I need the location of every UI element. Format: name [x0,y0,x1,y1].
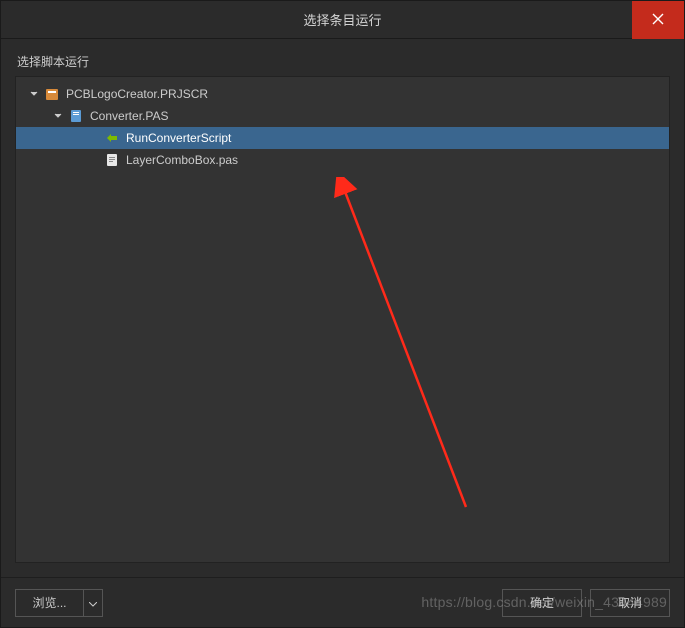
ok-button[interactable]: 确定 [502,589,582,617]
spacer [88,132,104,144]
method-icon [104,130,120,146]
tree-item-source[interactable]: Converter.PAS [16,105,669,127]
ok-label: 确定 [530,594,554,611]
close-button[interactable] [632,1,684,39]
tree-item-label: PCBLogoCreator.PRJSCR [66,87,208,101]
tree-item-method[interactable]: RunConverterScript [16,127,669,149]
tree-item-label: RunConverterScript [126,131,231,145]
cancel-button[interactable]: 取消 [590,589,670,617]
button-bar: 浏览... 确定 取消 [1,577,684,627]
section-label: 选择脚本运行 [15,53,670,70]
spacer [88,154,104,166]
chevron-down-icon [89,596,97,610]
browse-dropdown-button[interactable] [83,589,103,617]
script-tree[interactable]: PCBLogoCreator.PRJSCR Converter.PAS [15,76,670,563]
source-icon [68,108,84,124]
tree-item-file[interactable]: LayerComboBox.pas [16,149,669,171]
expander-icon[interactable] [52,110,64,122]
close-icon [652,13,664,28]
titlebar: 选择条目运行 [1,1,684,39]
browse-label: 浏览... [32,594,66,611]
arrow-annotation [326,177,506,537]
project-icon [44,86,60,102]
dialog-window: 选择条目运行 选择脚本运行 PCBLogoCreator.PRJSCR [0,0,685,628]
dialog-title: 选择条目运行 [303,10,381,29]
tree-item-project[interactable]: PCBLogoCreator.PRJSCR [16,83,669,105]
browse-button[interactable]: 浏览... [15,589,83,617]
cancel-label: 取消 [618,594,642,611]
expander-icon[interactable] [28,88,40,100]
file-icon [104,152,120,168]
tree-item-label: LayerComboBox.pas [126,153,238,167]
browse-group: 浏览... [15,589,103,617]
tree-item-label: Converter.PAS [90,109,168,123]
dialog-content: 选择脚本运行 PCBLogoCreator.PRJSCR [1,39,684,577]
